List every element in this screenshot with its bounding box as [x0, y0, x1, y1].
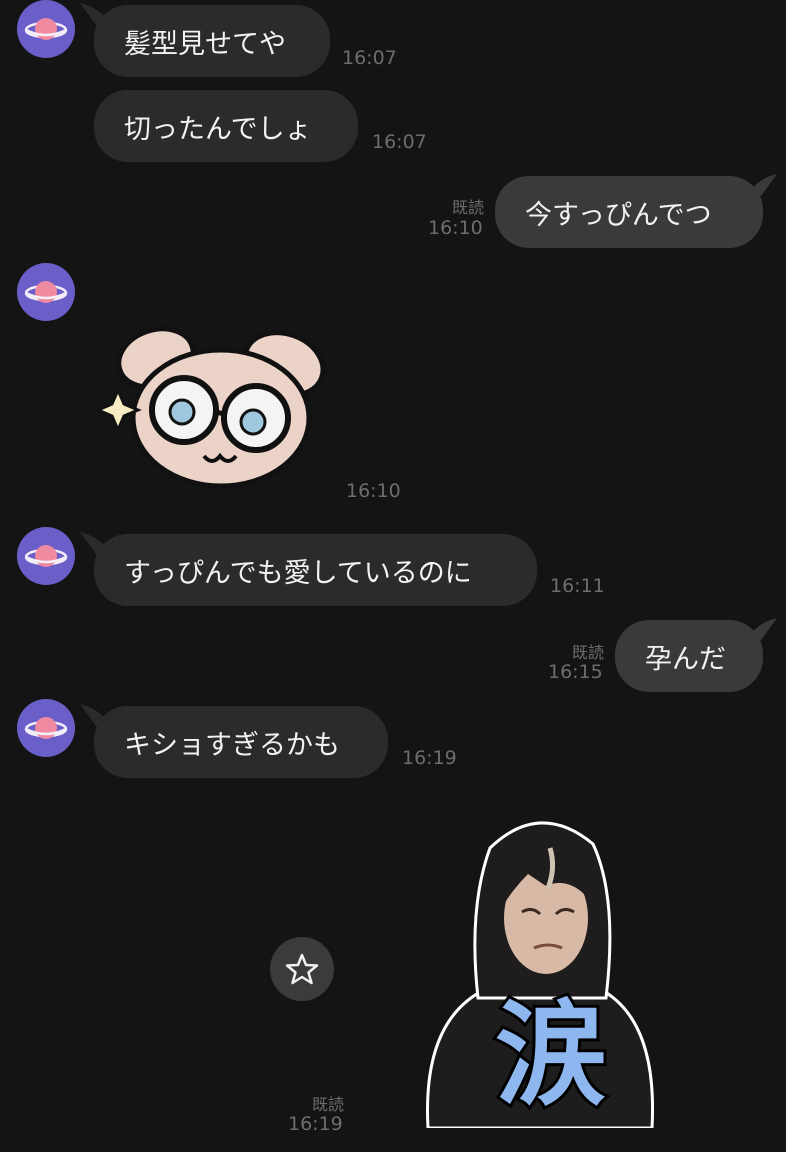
incoming-message-bubble[interactable]: 切ったんでしょ [94, 90, 358, 162]
message-text: 髪型見せてや [124, 28, 286, 60]
favorite-sticker-button[interactable] [270, 937, 334, 1001]
message-text: キショすぎるかも [124, 729, 340, 761]
planet-icon [24, 545, 68, 567]
read-receipt: 既読 [451, 198, 484, 217]
outgoing-message-bubble[interactable]: 孕んだ [615, 618, 777, 692]
contact-avatar[interactable] [17, 699, 75, 757]
contact-avatar[interactable] [17, 263, 75, 321]
crying-person-sticker[interactable]: 涙 [418, 808, 662, 1130]
message-text: 今すっぴんでつ [525, 199, 712, 231]
read-receipt: 既読 [571, 643, 604, 662]
contact-avatar[interactable] [17, 527, 75, 585]
message-text: 切ったんでしょ [124, 113, 312, 145]
message-text: すっぴんでも愛しているのに [124, 557, 472, 589]
planet-icon [24, 281, 68, 303]
message-timestamp: 16:07 [372, 131, 427, 153]
planet-icon [24, 18, 68, 40]
message-timestamp: 16:10 [428, 217, 483, 239]
message-timestamp: 16:15 [548, 661, 603, 683]
read-receipt: 既読 [311, 1095, 344, 1114]
incoming-message-bubble[interactable]: すっぴんでも愛しているのに [80, 532, 537, 606]
message-timestamp: 16:11 [550, 575, 605, 597]
message-timestamp: 16:19 [402, 747, 457, 769]
message-timestamp: 16:07 [342, 47, 397, 69]
incoming-message-bubble[interactable]: キショすぎるかも [80, 704, 388, 778]
message-timestamp: 16:10 [346, 480, 401, 502]
message-timestamp: 16:19 [288, 1113, 343, 1135]
incoming-message-bubble[interactable]: 髪型見せてや [80, 3, 330, 77]
planet-icon [24, 717, 68, 739]
sticker-caption: 涙 [492, 987, 610, 1124]
dog-with-glasses-sticker[interactable] [94, 318, 336, 490]
message-text: 孕んだ [645, 643, 726, 675]
outgoing-message-bubble[interactable]: 今すっぴんでつ [495, 174, 777, 248]
contact-avatar[interactable] [17, 0, 75, 58]
star-outline-icon [285, 953, 319, 985]
